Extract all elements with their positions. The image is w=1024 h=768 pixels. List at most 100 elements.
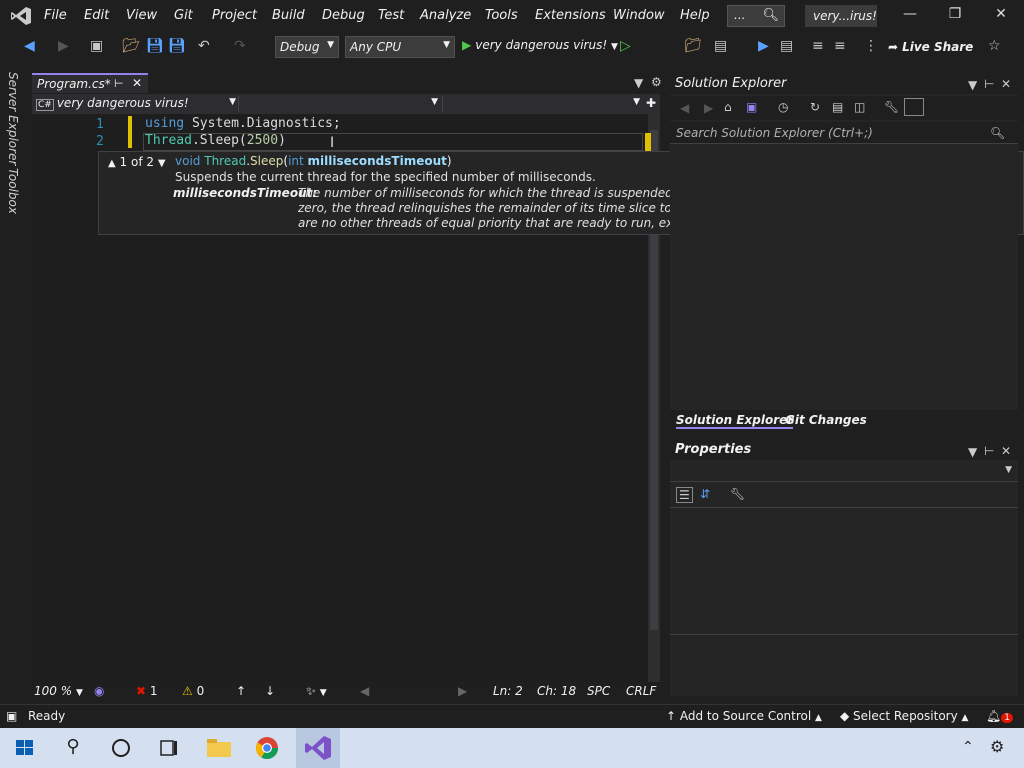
menu-view[interactable]: View xyxy=(126,8,157,23)
save-all-icon[interactable]: 💾︎ xyxy=(168,38,186,54)
menu-git[interactable]: Git xyxy=(174,8,193,23)
toolbox-tab[interactable]: Toolbox xyxy=(6,168,20,214)
next-issue-icon[interactable]: ↓ xyxy=(265,684,275,698)
back-icon[interactable]: ◀ xyxy=(680,101,689,115)
back-icon[interactable]: ◀ xyxy=(24,38,35,54)
config-select[interactable]: Debug ▼ xyxy=(275,36,339,58)
show-hidden-icons[interactable]: ⌃ xyxy=(962,733,992,763)
forward-icon[interactable]: ▶ xyxy=(704,101,713,115)
search-box[interactable]: ... 🔍︎ xyxy=(727,5,785,27)
menu-tools[interactable]: Tools xyxy=(485,8,518,23)
scroll-right-icon[interactable]: ▶ xyxy=(458,684,467,698)
panel-pin-icon[interactable]: ⊢ xyxy=(984,444,994,458)
toolbar-overflow-icon[interactable]: ⋮ xyxy=(864,38,878,54)
menu-extensions[interactable]: Extensions xyxy=(535,8,606,23)
columns-icon[interactable]: ▤ xyxy=(780,38,793,54)
solution-search-icon[interactable]: 🔍︎ xyxy=(990,126,1005,140)
warning-count[interactable]: ⚠ 0 xyxy=(182,684,204,698)
tab-git-changes[interactable]: Git Changes xyxy=(785,413,867,427)
start-without-debug-icon[interactable]: ▷ xyxy=(620,38,631,54)
save-icon[interactable]: 💾︎ xyxy=(146,38,164,54)
settings-gear-icon[interactable]: ⚙ xyxy=(990,733,1020,763)
menu-analyze[interactable]: Analyze xyxy=(420,8,471,23)
scroll-left-icon[interactable]: ◀ xyxy=(360,684,369,698)
menu-help[interactable]: Help xyxy=(680,8,710,23)
open-folder-icon[interactable]: 📂︎ xyxy=(122,38,140,54)
tab-solution-explorer[interactable]: Solution Explorer xyxy=(676,413,794,429)
collapse-all-icon[interactable]: ▤ xyxy=(832,100,843,114)
code-cleanup-icon[interactable]: ✨︎ ▼ xyxy=(306,684,327,699)
menu-window[interactable]: Window xyxy=(613,8,665,23)
file-explorer-icon[interactable] xyxy=(204,733,234,763)
visual-studio-taskbar-icon[interactable] xyxy=(296,728,340,768)
live-share-button[interactable]: ➦ Live Share xyxy=(888,40,973,54)
whitespace-indicator[interactable]: SPC xyxy=(587,684,610,698)
panel-pin-icon[interactable]: ⊢ xyxy=(984,77,994,91)
line-ending-indicator[interactable]: CRLF xyxy=(626,684,656,698)
close-window-icon[interactable]: ✕ xyxy=(991,6,1011,26)
folder-view-icon[interactable]: 📁︎ xyxy=(684,38,702,54)
server-explorer-tab[interactable]: Server Explorer xyxy=(6,72,20,165)
menu-file[interactable]: File xyxy=(44,8,67,23)
layout-icon[interactable]: ▤ xyxy=(714,38,727,54)
alphabetical-icon[interactable]: ⇵ xyxy=(700,487,710,501)
menu-edit[interactable]: Edit xyxy=(84,8,109,23)
redo-icon[interactable]: ↷ xyxy=(234,38,246,54)
solution-name-button[interactable]: very...irus! xyxy=(805,5,877,27)
preview-selected-icon[interactable] xyxy=(904,98,924,116)
forward-icon[interactable]: ▶ xyxy=(58,38,69,54)
select-repository-button[interactable]: ◆ Select Repository ▲ xyxy=(840,709,968,723)
property-pages-icon[interactable]: 🔧︎ xyxy=(730,487,745,501)
pending-changes-icon[interactable]: ◷ xyxy=(778,100,788,114)
task-view-icon[interactable] xyxy=(154,733,184,763)
properties-object-select[interactable]: ▼ xyxy=(670,462,1018,482)
menu-test[interactable]: Test xyxy=(378,8,404,23)
undo-icon[interactable]: ↶ xyxy=(198,38,210,54)
split-editor-icon[interactable]: ✚ xyxy=(646,96,660,112)
properties-wrench-icon[interactable]: 🔧︎ xyxy=(884,100,899,114)
code-line-2[interactable]: Thread.Sleep(2500) xyxy=(145,133,286,148)
type-nav-select[interactable]: ▼ xyxy=(238,96,438,112)
menu-debug[interactable]: Debug xyxy=(322,8,365,23)
menu-build[interactable]: Build xyxy=(272,8,305,23)
member-nav-select[interactable]: ▼ xyxy=(442,96,640,112)
indent-icon[interactable]: ≡ xyxy=(812,38,824,54)
categorized-icon[interactable]: ☰ xyxy=(676,487,693,503)
zoom-level[interactable]: 100 % ▼ xyxy=(34,684,83,698)
add-source-control-button[interactable]: ↑ Add to Source Control ▲ xyxy=(666,709,822,723)
sync-icon[interactable]: ↻ xyxy=(810,100,820,114)
panel-menu-icon[interactable]: ▼ xyxy=(968,78,977,92)
project-nav-select[interactable]: C# very dangerous virus! ▼ xyxy=(36,96,236,112)
code-line-1[interactable]: using System.Diagnostics; xyxy=(145,116,341,131)
tab-overflow-icon[interactable]: ▼ xyxy=(634,76,643,90)
new-project-icon[interactable]: ▣ xyxy=(90,38,103,54)
show-all-files-icon[interactable]: ◫ xyxy=(854,100,865,114)
pin-icon[interactable]: ⊢ xyxy=(114,77,124,90)
run-button[interactable]: ▶ very dangerous virus! ▼ xyxy=(462,38,618,52)
cursor-icon[interactable]: ▶ xyxy=(758,38,769,54)
notifications-button[interactable]: 🔔︎ 1 xyxy=(986,709,1013,723)
minimize-icon[interactable]: — xyxy=(900,6,920,26)
home-icon[interactable]: ⌂ xyxy=(724,100,732,114)
chrome-icon[interactable] xyxy=(252,733,282,763)
restore-icon[interactable]: ❐ xyxy=(945,6,965,26)
line-indicator[interactable]: Ln: 2 xyxy=(493,684,523,698)
switch-views-icon[interactable]: ▣ xyxy=(746,100,757,114)
close-tab-icon[interactable]: ✕ xyxy=(132,76,142,90)
outdent-icon[interactable]: ≡ xyxy=(834,38,846,54)
search-icon[interactable]: ⚲ xyxy=(58,733,88,763)
settings-icon[interactable]: ⚙ xyxy=(651,75,662,89)
error-count[interactable]: ✖ 1 xyxy=(136,684,158,698)
column-indicator[interactable]: Ch: 18 xyxy=(537,684,576,698)
overload-selector[interactable]: ▲ 1 of 2 ▼ xyxy=(108,155,166,169)
visual-studio-logo-icon[interactable] xyxy=(10,6,32,26)
tab-program-cs[interactable]: Program.cs* ⊢ ✕ xyxy=(32,73,148,93)
copilot-icon[interactable]: ◉ xyxy=(94,684,104,698)
cortana-icon[interactable] xyxy=(106,733,136,763)
prev-issue-icon[interactable]: ↑ xyxy=(236,684,246,698)
platform-select[interactable]: Any CPU ▼ xyxy=(345,36,455,58)
panel-close-icon[interactable]: ✕ xyxy=(1001,444,1011,458)
panel-menu-icon[interactable]: ▼ xyxy=(968,445,977,459)
panel-close-icon[interactable]: ✕ xyxy=(1001,77,1011,91)
menu-project[interactable]: Project xyxy=(212,8,257,23)
